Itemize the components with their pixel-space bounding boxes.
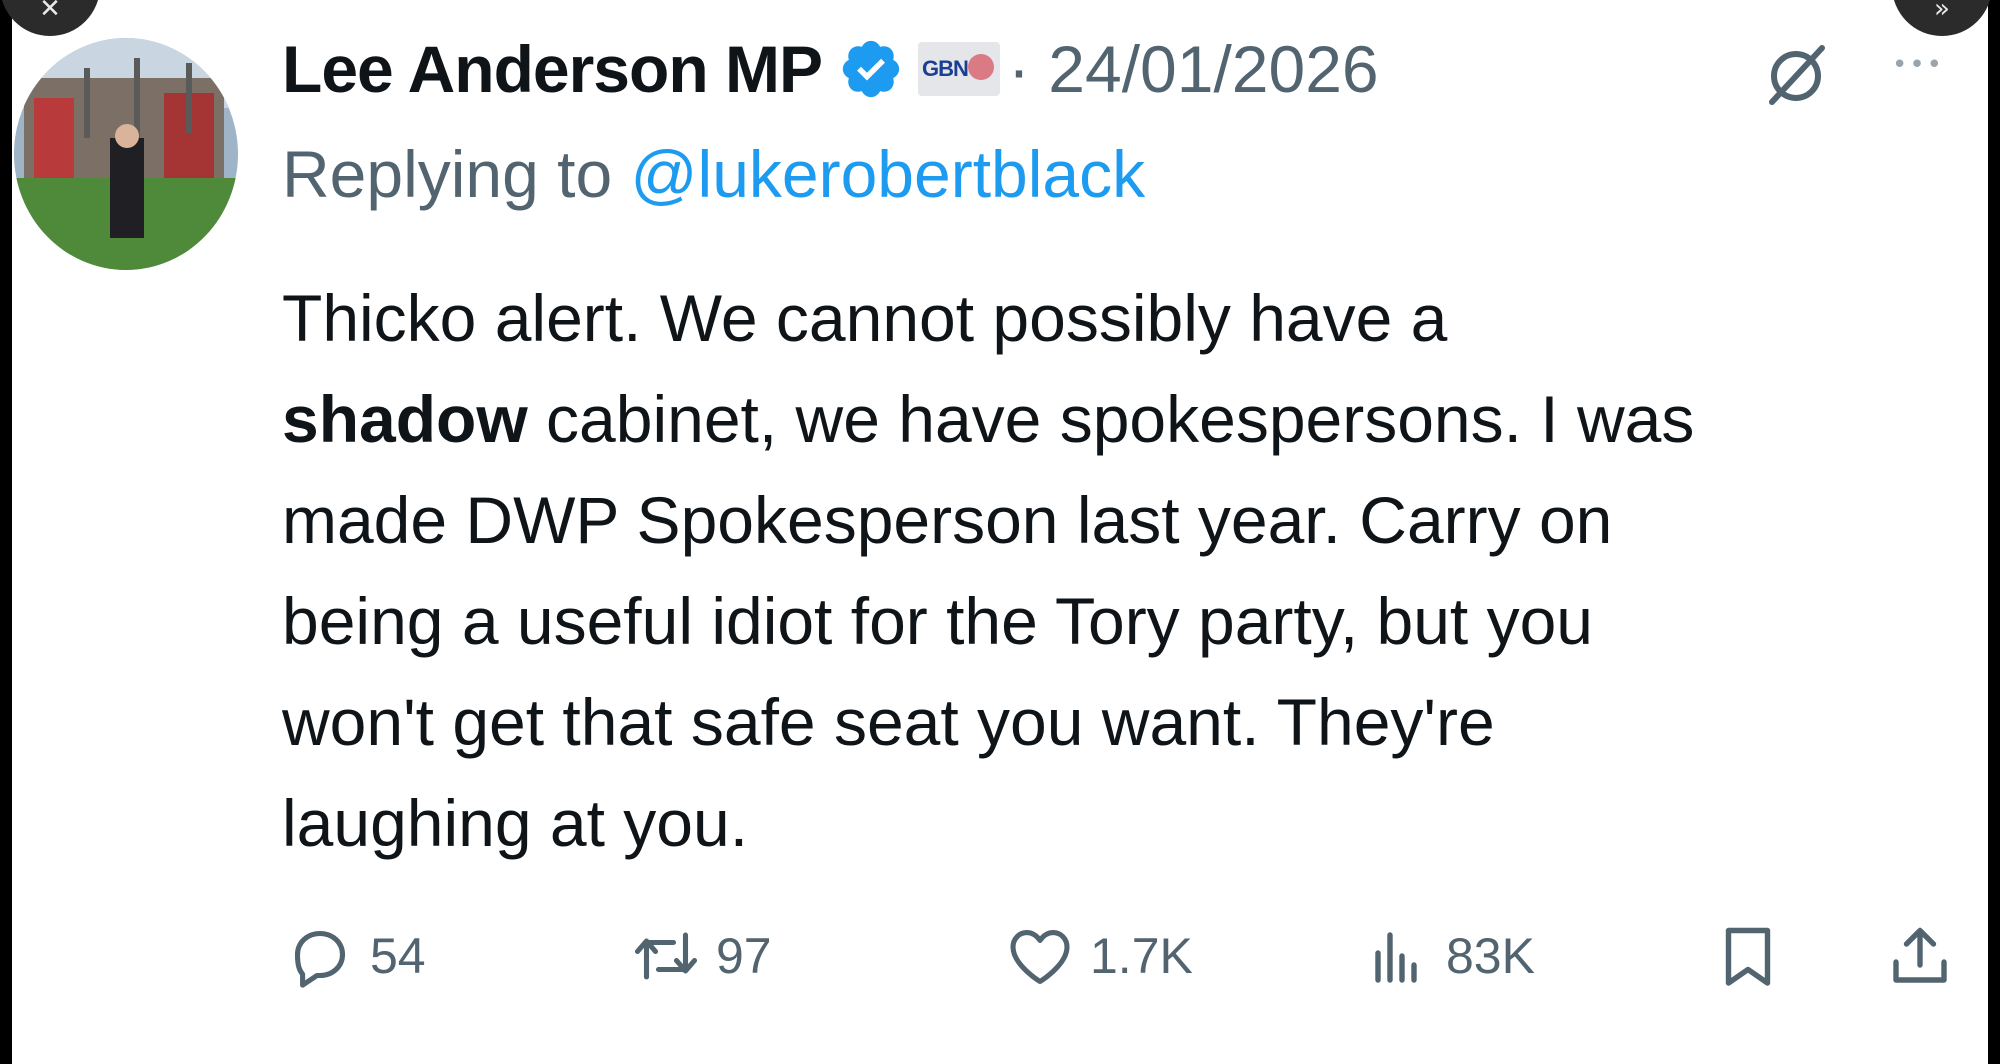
repost-button[interactable]: 97 (630, 920, 772, 992)
tweet-text-segment: made DWP Spokesperson last year. Carry o… (282, 483, 1613, 557)
grok-icon[interactable] (1760, 40, 1832, 112)
tweet-text-line: being a useful idiot for the Tory party,… (282, 571, 1982, 672)
tweet-text-segment: won't get that safe seat you want. They'… (282, 685, 1495, 759)
replying-to: Replying to @lukerobertblack (282, 136, 1145, 212)
affiliation-logo-mark (967, 54, 994, 80)
views-count: 83K (1446, 928, 1535, 984)
bookmark-icon (1725, 927, 1771, 986)
tweet-text-line: Thicko alert. We cannot possibly have a (282, 268, 1982, 369)
bookmark-button[interactable] (1712, 920, 1784, 992)
tweet-text-line: laughing at you. (282, 773, 1982, 874)
tweet-header: Lee Anderson MP GBN · 24/01/2026 (282, 24, 1379, 114)
affiliation-badge-label: GBN (921, 56, 969, 81)
reply-button[interactable]: 54 (284, 920, 426, 992)
tweet-text-segment: Thicko alert. We cannot possibly have a (282, 281, 1448, 355)
repost-count: 97 (716, 928, 772, 984)
tweet-text: Thicko alert. We cannot possibly have a … (282, 268, 1982, 874)
affiliation-badge[interactable]: GBN (917, 42, 1000, 96)
tweet-text-segment: laughing at you. (282, 786, 749, 860)
heart-icon (1010, 930, 1070, 985)
tweet-date[interactable]: · 24/01/2026 (1008, 31, 1379, 107)
tweet-text-line: made DWP Spokesperson last year. Carry o… (282, 470, 1982, 571)
analytics-icon (1375, 932, 1417, 983)
tweet-text-bold: shadow (282, 382, 528, 456)
replying-handle-link[interactable]: @lukerobertblack (631, 137, 1146, 211)
expand-button[interactable]: » (1892, 0, 1992, 36)
tweet-card: ✕ » Lee Anderson MP GBN · 24/01/2026 •••… (0, 0, 1992, 1064)
tweet-text-line: won't get that safe seat you want. They'… (282, 672, 1982, 773)
double-chevron-icon: » (1934, 0, 1950, 24)
avatar[interactable] (14, 38, 238, 270)
share-button[interactable] (1884, 920, 1956, 992)
share-icon (1893, 927, 1947, 983)
tweet-text-segment: being a useful idiot for the Tory party,… (282, 584, 1594, 658)
reply-count: 54 (370, 928, 426, 984)
reply-icon (294, 930, 346, 988)
verified-badge-icon (842, 40, 900, 98)
avatar-photo (14, 38, 238, 270)
tweet-text-segment: cabinet, we have spokespersons. I was (527, 382, 1695, 456)
like-button[interactable]: 1.7K (1004, 920, 1193, 992)
views-button[interactable]: 83K (1360, 920, 1535, 992)
more-options-icon[interactable]: ••• (1892, 50, 1944, 80)
close-icon: ✕ (39, 0, 61, 24)
repost-icon (634, 932, 698, 980)
like-count: 1.7K (1090, 928, 1193, 984)
author-name[interactable]: Lee Anderson MP (282, 31, 823, 107)
tweet-text-line: shadow cabinet, we have spokespersons. I… (282, 369, 1982, 470)
close-button[interactable]: ✕ (0, 0, 100, 36)
replying-prefix: Replying to (282, 137, 613, 211)
